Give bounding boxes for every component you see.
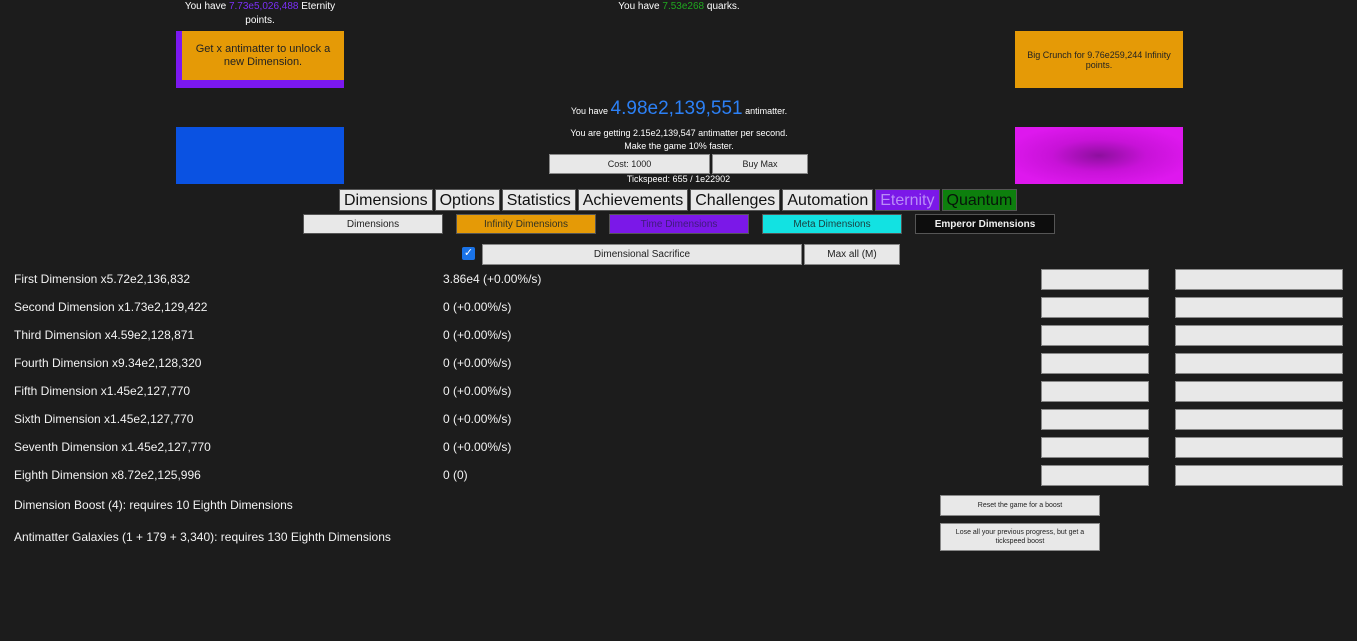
dimension-4-amount: 0 (+0.00%/s) [443,356,512,370]
big-crunch-button[interactable]: Big Crunch for 9.76e259,244 Infinity poi… [1015,31,1183,88]
tab-statistics[interactable]: Statistics [501,189,576,211]
dimension-3-label: Third Dimension x4.59e2,128,871 [14,328,195,342]
quarks-readout: You have 7.53e268 quarks. [580,0,778,14]
dimension-5-amount: 0 (+0.00%/s) [443,384,512,398]
dimension-3-amount: 0 (+0.00%/s) [443,328,512,342]
dimension-7-label: Seventh Dimension x1.45e2,127,770 [14,440,211,454]
dimension-3-buy-button[interactable] [1041,325,1149,346]
dimension-3-buy-10-button[interactable] [1175,325,1343,346]
tickspeed-buy-max-button[interactable]: Buy Max [712,154,808,174]
max-all-button[interactable]: Max all (M) [804,244,900,265]
dimension-boost-button[interactable]: Reset the game for a boost [940,495,1100,516]
dimension-2-label: Second Dimension x1.73e2,129,422 [14,300,208,314]
subtab-meta-dimensions[interactable]: Meta Dimensions [762,214,902,234]
unlock-dimension-button[interactable]: Get x antimatter to unlock a new Dimensi… [176,31,344,88]
dimension-7-buy-button[interactable] [1041,437,1149,458]
dimension-8-label: Eighth Dimension x8.72e2,125,996 [14,468,201,482]
dimension-4-label: Fourth Dimension x9.34e2,128,320 [14,356,202,370]
tab-dimensions[interactable]: Dimensions [339,189,433,211]
dimension-8-buy-10-button[interactable] [1175,465,1343,486]
subtab-dimensions[interactable]: Dimensions [303,214,443,234]
dimension-2-buy-10-button[interactable] [1175,297,1343,318]
eternity-suffix-line2: points. [245,15,275,26]
dimension-5-buy-button[interactable] [1041,381,1149,402]
dimension-8-amount: 0 (0) [443,468,468,482]
subtab-time-dimensions[interactable]: Time Dimensions [609,214,749,234]
dimension-6-amount: 0 (+0.00%/s) [443,412,512,426]
antimatter-galaxy-button[interactable]: Lose all your previous progress, but get… [940,523,1100,551]
dimension-boost-label: Dimension Boost (4): requires 10 Eighth … [14,498,293,512]
dimension-1-buy-button[interactable] [1041,269,1149,290]
tickspeed-description: Make the game 10% faster. [624,141,734,151]
dimension-8-buy-button[interactable] [1041,465,1149,486]
tab-options[interactable]: Options [434,189,500,211]
antimatter-value: 4.98e2,139,551 [610,98,743,119]
main-tabs: Dimensions Options Statistics Achievemen… [339,189,1018,211]
antimatter-readout: You have 4.98e2,139,551 antimatter. [500,98,858,120]
dimension-2-buy-button[interactable] [1041,297,1149,318]
tab-quantum[interactable]: Quantum [941,189,1018,211]
eternity-points-value: 7.73e5,026,488 [228,1,299,12]
tickspeed-readout: Tickspeed: 655 / 1e22902 [626,174,731,184]
dimension-6-label: Sixth Dimension x1.45e2,127,770 [14,412,194,426]
eternity-prefix: You have [184,1,229,12]
quarks-prefix: You have [618,1,663,12]
dimension-5-buy-10-button[interactable] [1175,381,1343,402]
dimension-4-buy-10-button[interactable] [1175,353,1343,374]
tab-eternity[interactable]: Eternity [875,189,940,211]
subtab-infinity-dimensions[interactable]: Infinity Dimensions [456,214,596,234]
tickspeed-cost-button[interactable]: Cost: 1000 [549,154,710,174]
antimatter-suffix: antimatter. [742,106,788,116]
subtab-emperor-dimensions[interactable]: Emperor Dimensions [915,214,1055,234]
quarks-suffix: quarks. [704,1,740,12]
dimension-2-amount: 0 (+0.00%/s) [443,300,512,314]
game-screen: You have 7.73e5,026,488 Eternity points.… [0,0,1357,641]
antimatter-rate: You are getting 2.15e2,139,547 antimatte… [570,128,788,138]
tab-achievements[interactable]: Achievements [577,189,689,211]
dimension-6-buy-button[interactable] [1041,409,1149,430]
blue-panel-button[interactable] [176,127,344,184]
dimension-4-buy-button[interactable] [1041,353,1149,374]
dimension-1-buy-10-button[interactable] [1175,269,1343,290]
tab-challenges[interactable]: Challenges [690,189,781,211]
dimension-1-amount: 3.86e4 (+0.00%/s) [443,272,542,286]
antimatter-prefix: You have [570,106,611,116]
eternity-suffix: Eternity [298,1,336,12]
check-icon: ✓ [463,247,474,259]
dimension-7-buy-10-button[interactable] [1175,437,1343,458]
sacrifice-checkbox[interactable]: ✓ [462,247,475,260]
magenta-panel-button[interactable] [1015,127,1183,184]
dimension-1-label: First Dimension x5.72e2,136,832 [14,272,191,286]
eternity-points-readout: You have 7.73e5,026,488 Eternity points. [176,0,344,28]
dimension-6-buy-10-button[interactable] [1175,409,1343,430]
dimension-7-amount: 0 (+0.00%/s) [443,440,512,454]
dimensional-sacrifice-button[interactable]: Dimensional Sacrifice [482,244,802,265]
dimension-5-label: Fifth Dimension x1.45e2,127,770 [14,384,191,398]
antimatter-galaxies-label: Antimatter Galaxies (1 + 179 + 3,340): r… [14,530,391,544]
quarks-value: 7.53e268 [662,1,705,12]
tab-automation[interactable]: Automation [782,189,874,211]
